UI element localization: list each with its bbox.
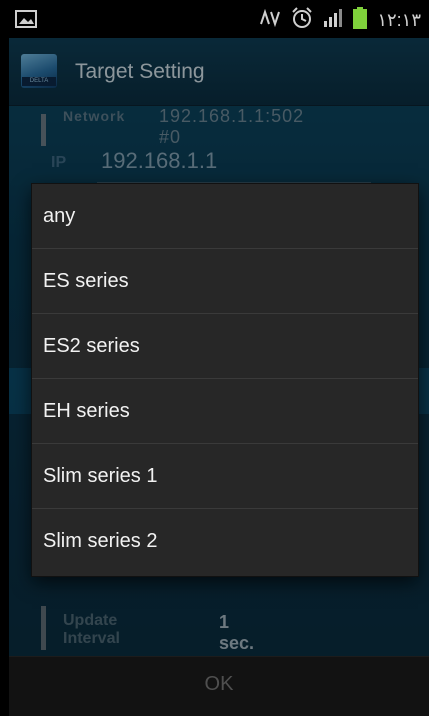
series-select-dialog: any ES series ES2 series EH series Slim … [32,184,418,576]
option-es-series[interactable]: ES series [32,249,418,314]
signal-icon [323,9,343,32]
option-any[interactable]: any [32,184,418,249]
alarm-icon [291,7,313,34]
status-icons: ۱۲:۱۳ [259,7,421,34]
status-bar: ۱۲:۱۳ [9,0,429,38]
option-slim-series-1[interactable]: Slim series 1 [32,444,418,509]
gallery-notification-icon [15,10,37,33]
battery-icon [353,7,368,34]
clock-text: ۱۲:۱۳ [377,10,421,30]
nfc-icon [259,8,281,32]
option-eh-series[interactable]: EH series [32,379,418,444]
option-slim-series-2[interactable]: Slim series 2 [32,509,418,574]
option-es2-series[interactable]: ES2 series [32,314,418,379]
